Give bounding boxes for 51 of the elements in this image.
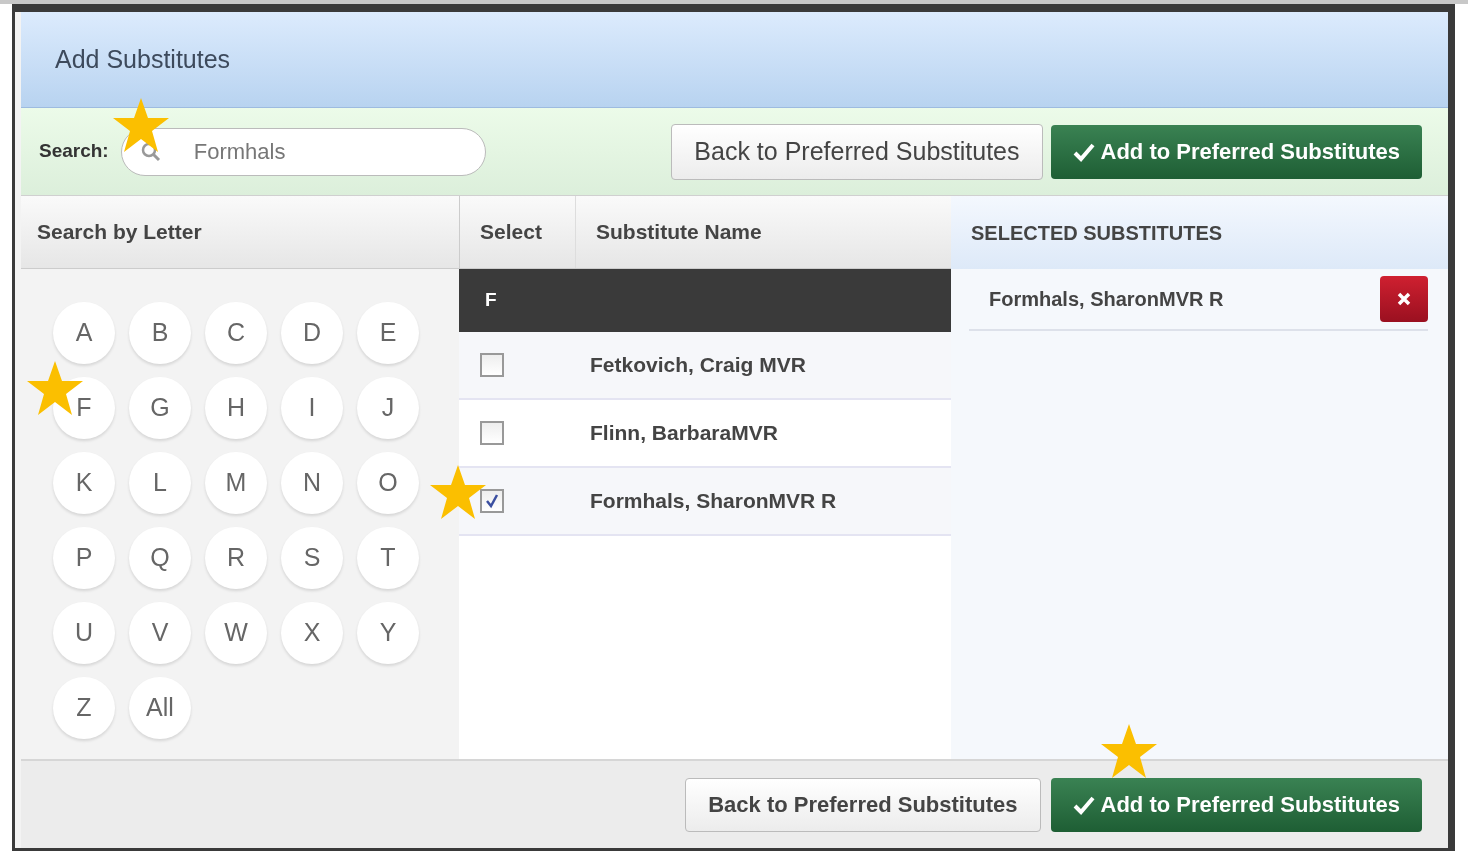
letter-button[interactable]: W [205, 602, 267, 664]
letter-button[interactable]: V [129, 602, 191, 664]
letter-button[interactable]: L [129, 452, 191, 514]
checkbox[interactable] [480, 353, 504, 377]
letter-button[interactable]: Q [129, 527, 191, 589]
letter-button[interactable]: G [129, 377, 191, 439]
panel-heading: SELECTED SUBSTITUTES [971, 220, 1223, 246]
letter-button[interactable]: C [205, 302, 267, 364]
letter-button[interactable]: H [205, 377, 267, 439]
check-icon [1072, 141, 1095, 162]
letter-button[interactable]: E [357, 302, 419, 364]
group-header: F [485, 288, 497, 313]
close-icon [1397, 292, 1411, 306]
selected-substitute: Formhals, SharonMVR R [989, 287, 1224, 312]
column-header: Select [460, 196, 576, 268]
search-field[interactable]: Formhals [120, 127, 486, 176]
letter-button[interactable]: R [205, 527, 267, 589]
checkbox[interactable] [480, 489, 504, 513]
letter-button[interactable]: M [205, 452, 267, 514]
remove-button[interactable] [1380, 276, 1428, 322]
search-icon [140, 141, 161, 162]
checkmark-icon [484, 493, 500, 509]
letter-button[interactable]: Z [53, 677, 115, 739]
letter-button[interactable]: X [281, 602, 343, 664]
letter-button[interactable]: All [129, 677, 191, 739]
letter-button[interactable]: A [53, 302, 115, 364]
window-title: Add Substitutes [55, 43, 231, 75]
check-icon [1072, 794, 1095, 815]
letter-button[interactable]: P [53, 527, 115, 589]
letter-button[interactable]: I [281, 377, 343, 439]
letter-button[interactable]: B [129, 302, 191, 364]
letter-button[interactable]: N [281, 452, 343, 514]
letter-button[interactable]: K [53, 452, 115, 514]
column-header: Substitute Name [595, 219, 762, 246]
letter-button[interactable]: O [357, 452, 419, 514]
substitute-name: Formhals, SharonMVR R [590, 488, 837, 515]
letter-button[interactable]: J [357, 377, 419, 439]
add-button[interactable]: Add to Preferred Substitutes [1050, 124, 1422, 179]
substitute-name: Fetkovich, Craig MVR [590, 352, 806, 379]
search-label: Search: [39, 139, 109, 164]
panel-heading: Search by Letter [37, 219, 202, 246]
substitute-name: Flinn, BarbaraMVR [590, 420, 778, 447]
letter-button[interactable]: S [281, 527, 343, 589]
back-button[interactable]: Back to Preferred Substitutes [685, 777, 1041, 832]
letter-button[interactable]: U [53, 602, 115, 664]
back-button[interactable]: Back to Preferred Substitutes [671, 123, 1043, 180]
letter-button[interactable]: D [281, 302, 343, 364]
checkbox[interactable] [480, 421, 504, 445]
add-button[interactable]: Add to Preferred Substitutes [1050, 777, 1422, 832]
letter-button[interactable]: T [357, 527, 419, 589]
letter-button[interactable]: Y [357, 602, 419, 664]
